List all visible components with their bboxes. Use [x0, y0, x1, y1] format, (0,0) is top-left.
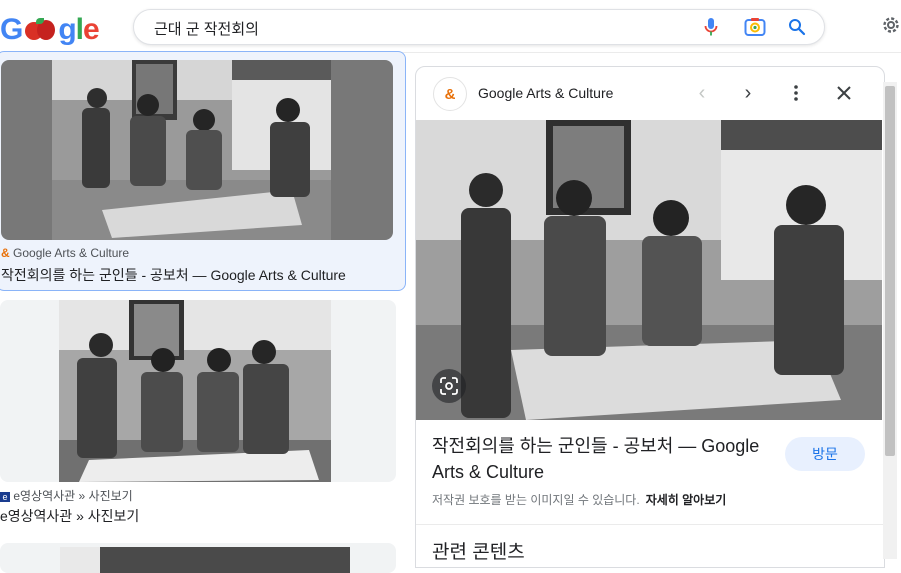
lens-search-button[interactable] [432, 369, 466, 403]
panel-image-title[interactable]: 작전회의를 하는 군인들 - 공보처 — Google Arts & Cultu… [432, 433, 762, 485]
camera-lens-icon[interactable] [744, 16, 766, 38]
result-title[interactable]: 작전회의를 하는 군인들 - 공보처 — Google Arts & Cultu… [1, 265, 346, 285]
header-bar: Ggle 근대 군 작전회의 [0, 0, 901, 53]
result-source[interactable]: & Google Arts & Culture [1, 246, 129, 260]
close-icon[interactable] [832, 81, 856, 105]
settings-gear-icon[interactable] [880, 14, 901, 36]
result-thumbnail[interactable] [1, 60, 393, 240]
copyright-notice: 저작권 보호를 받는 이미지일 수 있습니다. 자세히 알아보기 [432, 493, 727, 507]
image-result-selected[interactable]: & Google Arts & Culture 작전회의를 하는 군인들 - 공… [0, 51, 406, 291]
google-logo[interactable]: Ggle [0, 12, 100, 48]
panel-source-name[interactable]: Google Arts & Culture [478, 85, 613, 101]
search-input[interactable]: 근대 군 작전회의 [154, 18, 259, 39]
soldiers-photo [59, 300, 331, 482]
image-result[interactable] [0, 300, 396, 482]
more-options-icon[interactable] [784, 81, 808, 105]
doodle-icon [23, 18, 57, 44]
visit-button[interactable]: 방문 [785, 437, 865, 471]
search-box[interactable]: 근대 군 작전회의 [133, 9, 825, 45]
soldiers-photo [52, 60, 331, 240]
related-content-heading: 관련 콘텐츠 [432, 542, 525, 563]
previous-arrow-icon[interactable]: ‹ [690, 81, 714, 105]
image-preview-panel: & Google Arts & Culture ‹ › 작전회의를 하는 군인들… [415, 66, 885, 568]
result-title[interactable]: e영상역사관 » 사진보기 [0, 506, 139, 526]
result-source[interactable]: e e영상역사관 » 사진보기 [0, 487, 133, 504]
divider [416, 524, 884, 525]
arts-culture-logo-icon[interactable]: & [433, 77, 467, 111]
search-icon[interactable] [786, 16, 808, 38]
panel-header: & Google Arts & Culture ‹ › [416, 67, 884, 119]
next-arrow-icon[interactable]: › [736, 81, 760, 105]
learn-more-link[interactable]: 자세히 알아보기 [646, 493, 727, 507]
arts-culture-favicon-icon: & [1, 246, 10, 260]
site-favicon-icon: e [0, 492, 10, 502]
preview-image[interactable] [416, 120, 882, 420]
mic-icon[interactable] [700, 16, 722, 38]
scrollbar[interactable] [883, 82, 897, 559]
image-result[interactable] [0, 543, 396, 573]
scrollbar-thumb[interactable] [885, 86, 895, 456]
